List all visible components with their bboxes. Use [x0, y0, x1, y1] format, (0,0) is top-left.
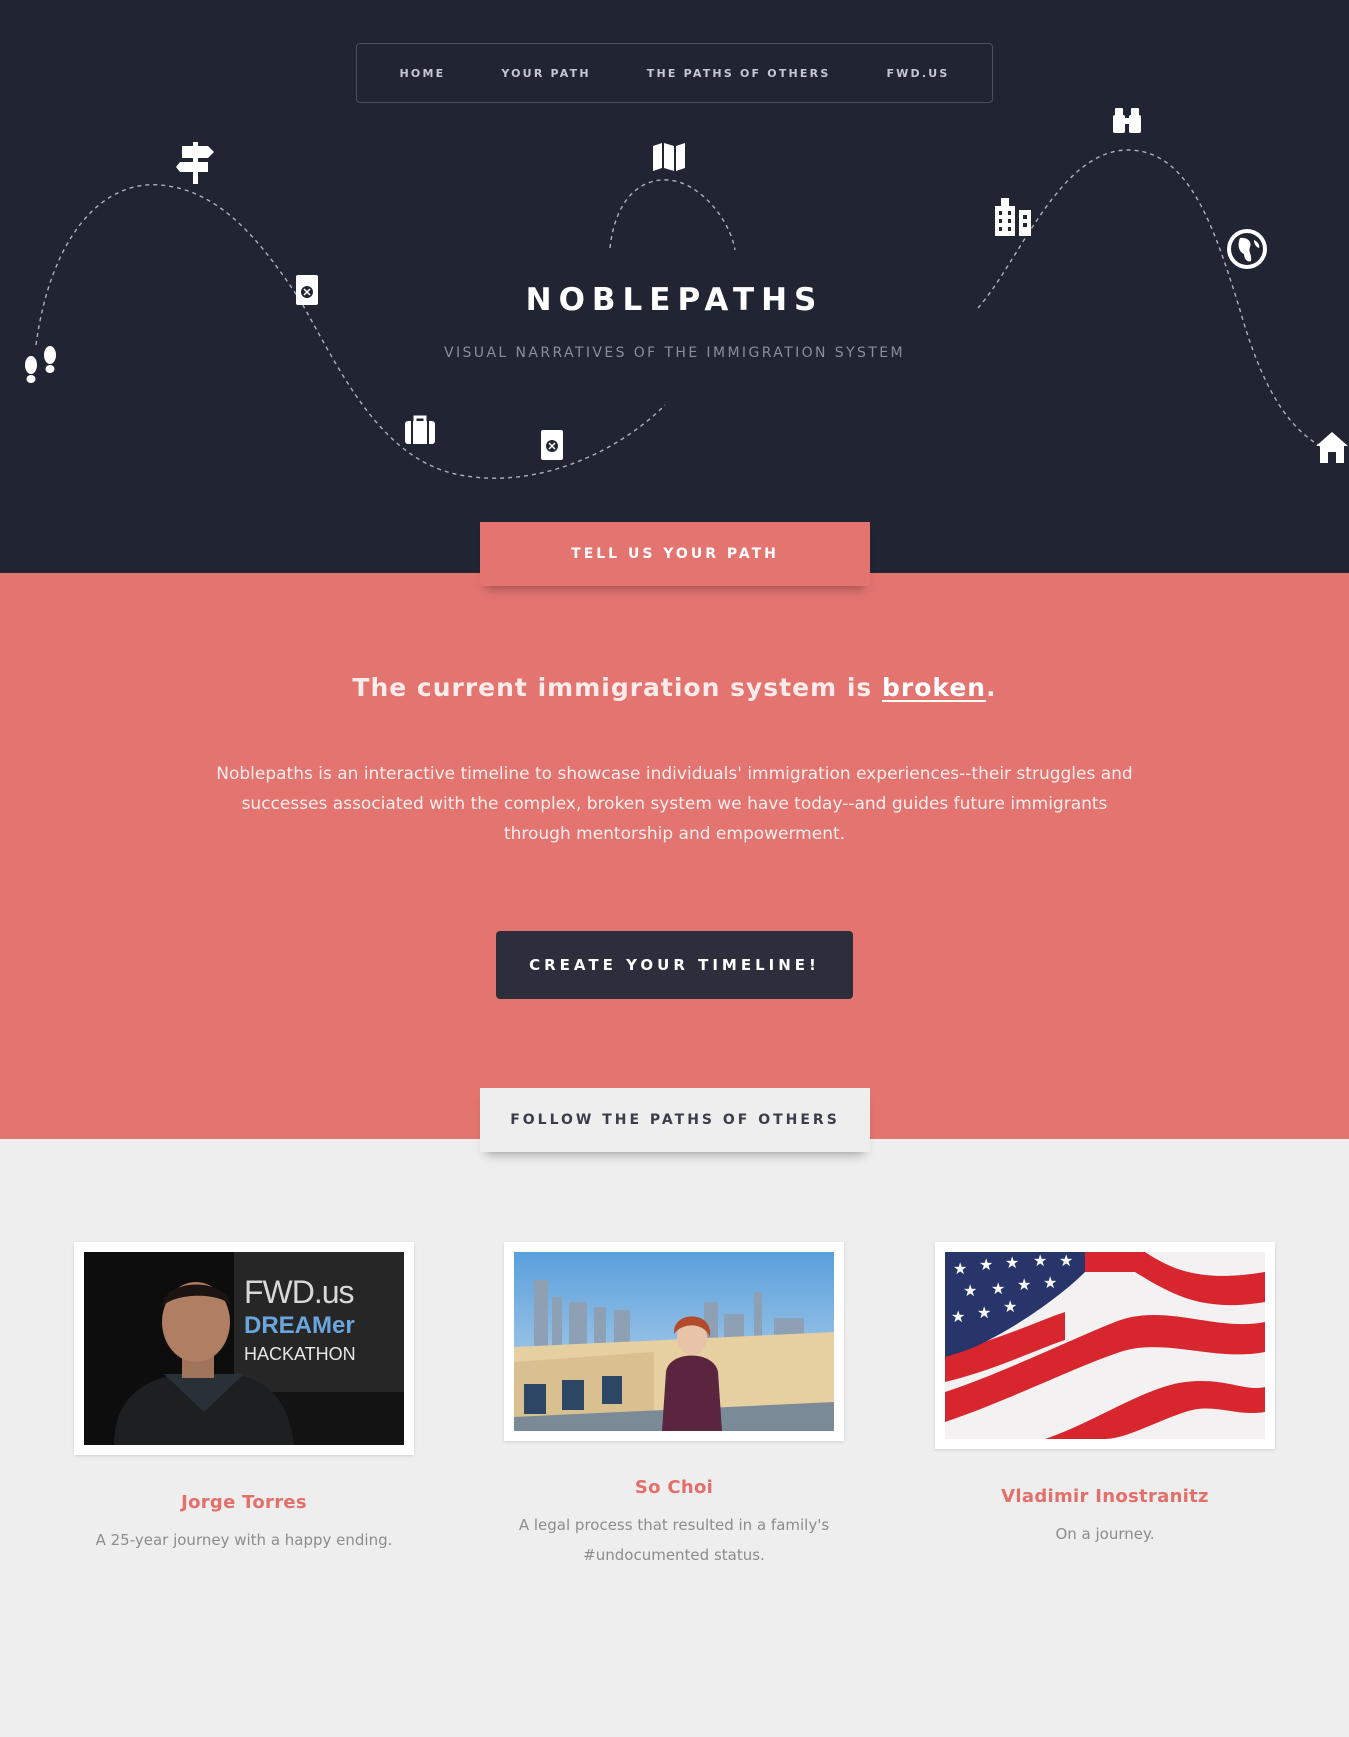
photo-text-fwd: FWD.us: [244, 1274, 355, 1310]
svg-text:★: ★: [1059, 1252, 1073, 1270]
signpost-icon: [176, 142, 216, 184]
map-icon: [652, 142, 686, 172]
story-photo-frame[interactable]: FWD.us DREAMer HACKATHON: [74, 1242, 414, 1455]
svg-text:★: ★: [963, 1281, 977, 1300]
svg-text:★: ★: [951, 1307, 965, 1326]
nav-item-paths-of-others[interactable]: THE PATHS OF OTHERS: [619, 67, 859, 80]
story-photo-frame[interactable]: ★ ★ ★ ★ ★ ★ ★ ★ ★ ★ ★ ★: [935, 1242, 1275, 1449]
hero-section: HOME YOUR PATH THE PATHS OF OTHERS FWD.U…: [0, 0, 1349, 573]
binoculars-icon: [1112, 106, 1142, 134]
svg-text:★: ★: [953, 1259, 967, 1278]
headline-period: .: [986, 673, 997, 702]
svg-text:★: ★: [1003, 1297, 1017, 1316]
story-card-vladimir[interactable]: ★ ★ ★ ★ ★ ★ ★ ★ ★ ★ ★ ★ Vladimir Inostranitz On a…: [935, 1242, 1275, 1549]
create-timeline-button[interactable]: CREATE YOUR TIMELINE!: [496, 931, 853, 999]
intro-headline: The current immigration system is broken…: [0, 673, 1349, 702]
svg-text:★: ★: [1043, 1273, 1057, 1292]
svg-text:★: ★: [1017, 1275, 1031, 1294]
story-description: On a journey.: [1055, 1525, 1155, 1543]
svg-text:★: ★: [1033, 1252, 1047, 1270]
story-description: A legal process that resulted in a famil…: [518, 1516, 830, 1564]
photo-text-hackathon: HACKATHON: [244, 1344, 356, 1364]
nav-item-fwd-us[interactable]: FWD.US: [858, 67, 977, 80]
headline-text: The current immigration system is: [352, 673, 882, 702]
home-icon: [1314, 430, 1349, 464]
broken-link[interactable]: broken: [882, 673, 986, 702]
story-photo-frame[interactable]: [504, 1242, 844, 1441]
city-icon: [993, 196, 1033, 236]
story-card-so[interactable]: So Choi A legal process that resulted in…: [504, 1242, 844, 1570]
svg-text:★: ★: [979, 1255, 993, 1274]
story-name[interactable]: Vladimir Inostranitz: [935, 1486, 1275, 1507]
suitcase-icon: [404, 415, 436, 445]
story-photo-so[interactable]: [514, 1252, 834, 1431]
story-name[interactable]: Jorge Torres: [74, 1492, 414, 1513]
tab-follow-paths[interactable]: FOLLOW THE PATHS OF OTHERS: [480, 1088, 870, 1152]
photo-text-dreamer: DREAMer: [244, 1312, 355, 1339]
story-card-jorge[interactable]: FWD.us DREAMer HACKATHON Jorge Torres A …: [74, 1242, 414, 1555]
story-name[interactable]: So Choi: [504, 1477, 844, 1498]
main-nav: HOME YOUR PATH THE PATHS OF OTHERS FWD.U…: [356, 43, 993, 103]
nav-item-home[interactable]: HOME: [372, 67, 474, 80]
nav-item-your-path[interactable]: YOUR PATH: [473, 67, 618, 80]
passport-icon: [540, 429, 564, 461]
intro-section: The current immigration system is broken…: [0, 573, 1349, 1139]
globe-icon: [1226, 228, 1268, 270]
story-photo-vladimir[interactable]: ★ ★ ★ ★ ★ ★ ★ ★ ★ ★ ★ ★: [945, 1252, 1265, 1439]
intro-description: Noblepaths is an interactive timeline to…: [216, 764, 1133, 844]
site-tagline: VISUAL NARRATIVES OF THE IMMIGRATION SYS…: [444, 345, 905, 361]
tab-tell-us-your-path[interactable]: TELL US YOUR PATH: [480, 522, 870, 586]
svg-text:★: ★: [977, 1303, 991, 1322]
site-title: NOBLEPATHS: [525, 282, 824, 318]
story-description: A 25-year journey with a happy ending.: [95, 1531, 393, 1549]
svg-text:★: ★: [1005, 1253, 1019, 1272]
story-photo-jorge[interactable]: FWD.us DREAMer HACKATHON: [84, 1252, 404, 1445]
svg-text:★: ★: [991, 1279, 1005, 1298]
